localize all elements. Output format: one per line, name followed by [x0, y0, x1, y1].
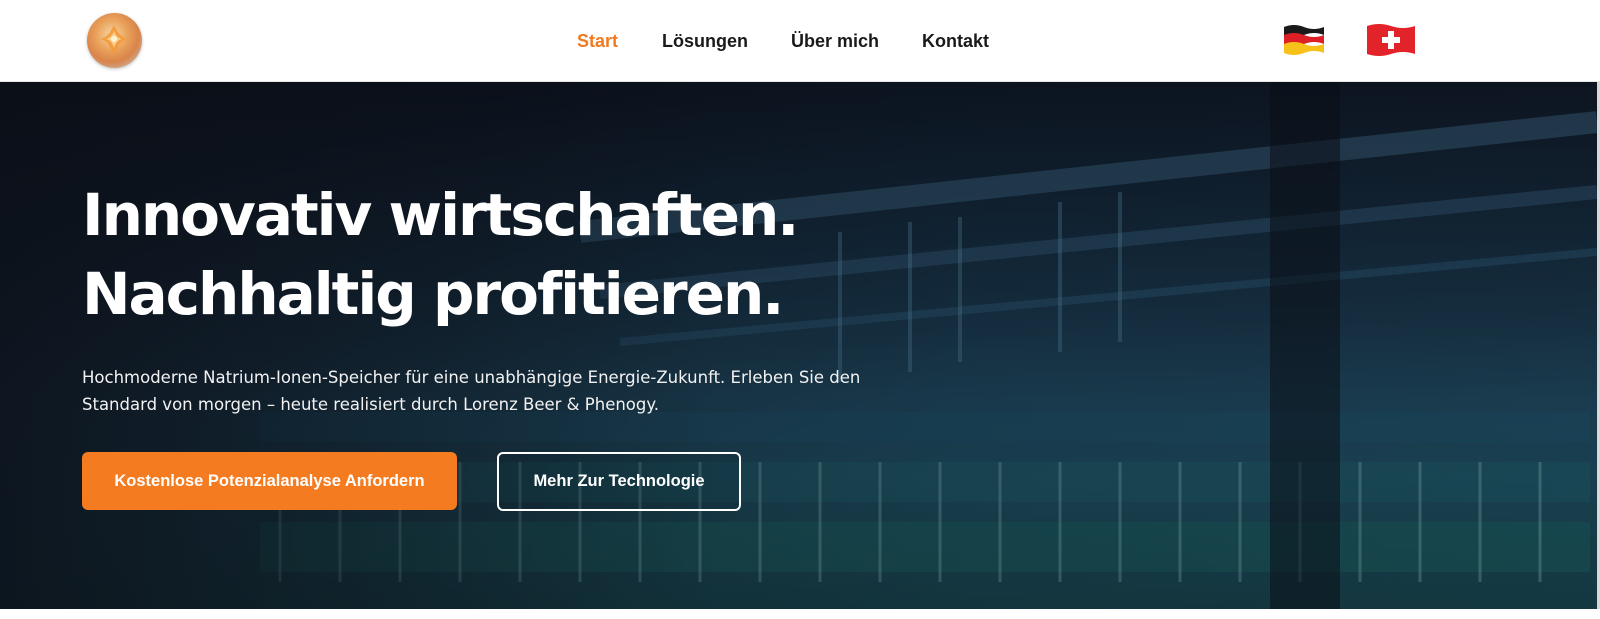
hero-headline-line1: Innovativ wirtschaften.	[82, 181, 799, 249]
nav-item-start[interactable]: Start	[577, 28, 618, 54]
potenzialanalyse-button[interactable]: Kostenlose Potenzialanalyse Anfordern	[82, 452, 457, 510]
hero-subtext: Hochmoderne Natrium-Ionen-Speicher für e…	[82, 368, 861, 414]
technologie-button[interactable]: Mehr Zur Technologie	[497, 452, 741, 511]
nav-item-kontakt[interactable]: Kontakt	[922, 28, 989, 54]
hero-section: Innovativ wirtschaften. Nachhaltig profi…	[0, 82, 1597, 609]
logo-flower-icon	[101, 25, 127, 55]
hero-background-image	[0, 82, 1597, 609]
nav-item-ueber-mich[interactable]: Über mich	[791, 28, 879, 54]
germany-flag-icon[interactable]	[1282, 22, 1326, 58]
nav-item-loesungen[interactable]: Lösungen	[662, 28, 748, 54]
switzerland-flag-icon[interactable]	[1365, 22, 1417, 58]
hero-headline-line2: Nachhaltig profitieren.	[82, 260, 784, 328]
logo[interactable]	[87, 13, 142, 68]
site-header: Start Lösungen Über mich Kontakt	[0, 0, 1600, 82]
